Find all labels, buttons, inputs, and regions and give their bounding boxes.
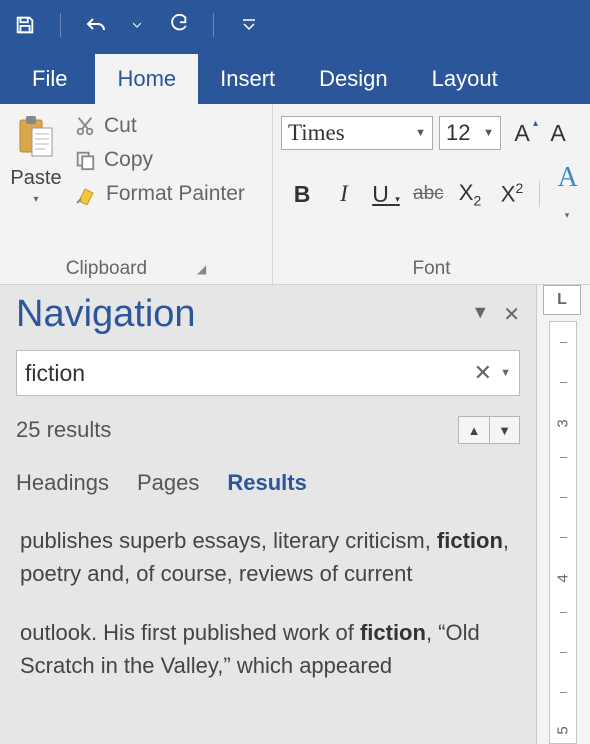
subscript-button[interactable]: X2 [455, 180, 485, 208]
quick-access-toolbar [0, 0, 590, 50]
clear-search-icon[interactable]: ✕ [474, 360, 492, 386]
separator [60, 13, 61, 37]
ribbon: Paste ▾ Cut Copy Format Painter Clipboar… [0, 104, 590, 285]
copy-label: Copy [104, 148, 153, 172]
ruler-corner[interactable]: L [543, 285, 581, 315]
strikethrough-button[interactable]: abc [413, 183, 443, 205]
tab-layout[interactable]: Layout [410, 54, 520, 104]
font-size-combo[interactable]: 12▼ [439, 116, 501, 150]
undo-dropdown-icon[interactable] [131, 10, 143, 40]
redo-icon[interactable] [163, 10, 193, 40]
paste-label: Paste [8, 167, 64, 190]
navigation-title: Navigation [16, 293, 196, 336]
search-options-icon[interactable]: ▼ [500, 367, 511, 379]
separator [539, 181, 540, 207]
next-result-button[interactable]: ▼ [489, 417, 519, 443]
grow-font-button[interactable]: A▴ [507, 120, 537, 147]
separator [213, 13, 214, 37]
navigation-pane: Navigation ▼ ✕ ✕ ▼ 25 results ▲ ▼ Headin… [0, 285, 536, 744]
tab-home[interactable]: Home [95, 54, 198, 104]
result-item[interactable]: publishes superb essays, literary critic… [16, 524, 520, 590]
shrink-font-button[interactable]: A [543, 120, 573, 147]
cut-label: Cut [104, 114, 137, 138]
clipboard-launcher-icon[interactable]: ◢ [197, 262, 206, 276]
nav-tab-headings[interactable]: Headings [16, 470, 109, 500]
ruler-body[interactable]: 3 4 5 [549, 321, 577, 744]
nav-tab-pages[interactable]: Pages [137, 470, 199, 500]
cut-button[interactable]: Cut [70, 112, 249, 140]
format-painter-label: Format Painter [106, 182, 245, 206]
nav-dropdown-icon[interactable]: ▼ [471, 302, 489, 327]
font-group-title: Font [412, 258, 450, 280]
undo-icon[interactable] [81, 10, 111, 40]
result-count: 25 results [16, 417, 111, 443]
text-effects-button[interactable]: A ▾ [552, 162, 582, 226]
tab-file[interactable]: File [10, 54, 95, 104]
clipboard-group-title: Clipboard [66, 258, 147, 280]
save-icon[interactable] [10, 10, 40, 40]
result-item[interactable]: outlook. His first published work of fic… [16, 616, 520, 682]
prev-result-button[interactable]: ▲ [459, 417, 489, 443]
copy-button[interactable]: Copy [70, 146, 249, 174]
tab-design[interactable]: Design [297, 54, 409, 104]
results-list: publishes superb essays, literary critic… [16, 524, 520, 682]
ribbon-tabs: File Home Insert Design Layout [0, 50, 590, 104]
group-clipboard: Paste ▾ Cut Copy Format Painter Clipboar… [0, 104, 273, 284]
superscript-button[interactable]: X2 [497, 180, 527, 207]
paste-button[interactable]: Paste ▾ [8, 110, 64, 238]
tab-insert[interactable]: Insert [198, 54, 297, 104]
nav-close-icon[interactable]: ✕ [503, 302, 520, 327]
vertical-ruler: L 3 4 5 [536, 285, 590, 744]
chevron-down-icon: ▼ [415, 127, 426, 139]
paste-dropdown-icon[interactable]: ▾ [8, 194, 64, 205]
format-painter-button[interactable]: Format Painter [70, 180, 249, 208]
bold-button[interactable]: B [287, 181, 317, 208]
search-box[interactable]: ✕ ▼ [16, 350, 520, 396]
nav-tab-results[interactable]: Results [227, 470, 306, 500]
underline-button[interactable]: U ▾ [371, 181, 401, 208]
italic-button[interactable]: I [329, 181, 359, 207]
font-name-combo[interactable]: Times▼ [281, 116, 433, 150]
customize-qat-icon[interactable] [234, 10, 264, 40]
search-input[interactable] [25, 360, 474, 387]
chevron-down-icon: ▼ [483, 127, 494, 139]
group-font: Times▼ 12▼ A▴ A B I U ▾ abc X2 X2 A ▾ Fo… [273, 104, 590, 284]
